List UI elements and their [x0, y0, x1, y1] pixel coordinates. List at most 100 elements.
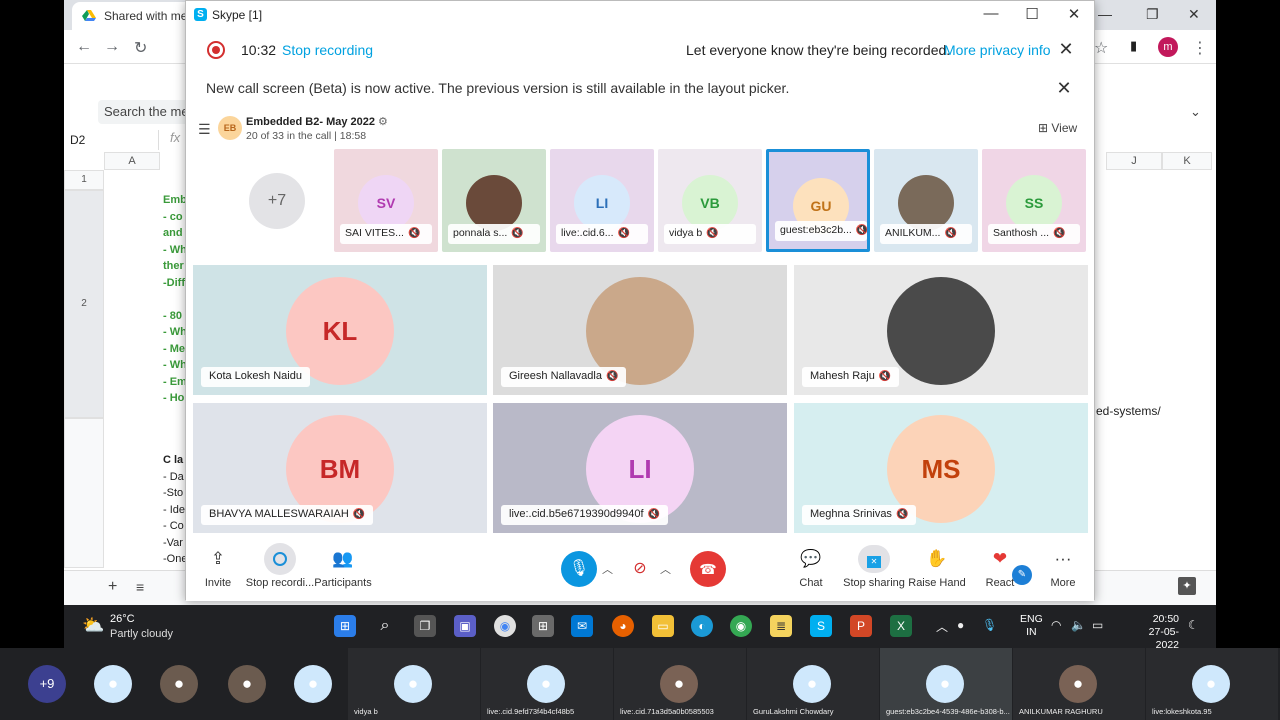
video-tile[interactable]: Mahesh Raju 🔇: [794, 265, 1088, 395]
clock[interactable]: 20:50 27-05-2022: [1129, 613, 1179, 652]
chrome-icon[interactable]: ◉: [494, 615, 516, 637]
participant-tile[interactable]: ● guest:eb3c2be4-4539-486e-b308-b...: [880, 648, 1012, 720]
video-tile[interactable]: BM BHAVYA MALLESWARAIAH 🔇: [193, 403, 487, 533]
hang-up-button[interactable]: ☎: [690, 551, 726, 587]
stop-recording-link[interactable]: Stop recording: [282, 42, 373, 58]
teams-chat-icon[interactable]: ▣: [454, 615, 476, 637]
participants-button[interactable]: 👥 Participants: [303, 545, 383, 589]
participant-avatar-icon[interactable]: ●: [94, 665, 132, 703]
chevron-up-icon[interactable]: ︿: [602, 561, 613, 577]
cell-text-line: -Diff: [163, 276, 185, 289]
chrome-profile-icon[interactable]: ◉: [730, 615, 752, 637]
edge-icon[interactable]: ◐: [691, 615, 713, 637]
file-explorer-icon[interactable]: ▭: [652, 615, 674, 637]
participant-tile[interactable]: ● live:lokeshkota.95: [1146, 648, 1278, 720]
participant-thumbnail[interactable]: GUguest:eb3c2b...🔇: [766, 149, 870, 252]
column-header[interactable]: A: [104, 152, 160, 170]
recording-message: Let everyone know they're being recorded…: [686, 42, 951, 58]
participant-thumbnail[interactable]: SV SAI VITES... 🔇: [334, 149, 438, 252]
minimize-icon[interactable]: —: [981, 5, 1001, 22]
participant-tile[interactable]: ● ANILKUMAR RAGHURU: [1013, 648, 1145, 720]
notepad-icon[interactable]: ≣: [770, 615, 792, 637]
powerpoint-icon[interactable]: P: [850, 615, 872, 637]
participant-avatar-icon[interactable]: ●: [160, 665, 198, 703]
all-sheets-icon[interactable]: ≡: [136, 579, 144, 595]
participant-thumbnail[interactable]: ANILKUM... 🔇: [874, 149, 978, 252]
group-avatar[interactable]: EB: [218, 116, 242, 140]
profile-avatar[interactable]: m: [1158, 37, 1178, 57]
privacy-info-link[interactable]: More privacy info: [944, 42, 1051, 58]
more-participants-button[interactable]: +9: [28, 665, 66, 703]
side-panel-icon[interactable]: ▮: [1130, 38, 1137, 54]
excel-icon[interactable]: X: [890, 615, 912, 637]
chevron-down-icon[interactable]: ⌄: [1190, 104, 1201, 120]
more-participants-button[interactable]: +7: [249, 173, 305, 229]
kebab-menu-icon[interactable]: ⋮: [1192, 38, 1208, 58]
cell-name-box[interactable]: D2: [64, 130, 159, 150]
close-icon[interactable]: ✕: [1056, 39, 1076, 60]
explore-icon[interactable]: ✦: [1178, 577, 1196, 595]
chevron-up-icon[interactable]: ︿: [936, 618, 948, 635]
notifications-icon[interactable]: ☾: [1188, 618, 1199, 632]
firefox-icon[interactable]: ◕: [612, 615, 634, 637]
participant-tile[interactable]: ● vidya b: [348, 648, 480, 720]
volume-icon[interactable]: 🔈: [1071, 618, 1086, 632]
chevron-up-icon[interactable]: ︿: [660, 561, 671, 577]
video-tile[interactable]: LI live:.cid.b5e6719390d9940f 🔇: [493, 403, 787, 533]
maximize-icon[interactable]: ☐: [1022, 5, 1042, 23]
mic-off-icon: 🔇: [617, 228, 630, 239]
participant-thumbnail[interactable]: SS Santhosh ... 🔇: [982, 149, 1086, 252]
column-header[interactable]: J: [1106, 152, 1162, 170]
reload-icon[interactable]: ↻: [134, 38, 147, 58]
add-sheet-icon[interactable]: +: [108, 578, 117, 596]
forward-arrow-icon[interactable]: →: [104, 38, 120, 56]
gear-icon[interactable]: ⚙: [378, 116, 388, 128]
participant-name: Mahesh Raju: [810, 370, 875, 382]
star-icon[interactable]: ☆: [1094, 38, 1108, 58]
close-icon[interactable]: ✕: [1188, 6, 1200, 23]
row-header[interactable]: 2: [64, 190, 104, 418]
mic-off-icon: 🔇: [856, 225, 867, 236]
group-name[interactable]: Embedded B2- May 2022 ⚙: [246, 115, 388, 128]
wifi-icon[interactable]: ◠: [1051, 618, 1061, 632]
restore-icon[interactable]: ❐: [1146, 6, 1159, 23]
more-button[interactable]: ··· More: [1023, 545, 1103, 589]
temperature[interactable]: 26°C: [110, 613, 135, 625]
minimize-icon[interactable]: —: [1098, 6, 1112, 22]
hamburger-menu-icon[interactable]: ☰: [198, 121, 211, 138]
windows-start-icon[interactable]: ⊞: [334, 615, 356, 637]
video-tile[interactable]: MS Meghna Srinivas 🔇: [794, 403, 1088, 533]
weather-icon[interactable]: ⛅: [82, 615, 104, 636]
mail-icon[interactable]: ✉: [571, 615, 593, 637]
skype-titlebar: S Skype [1] — ☐ ✕: [186, 1, 1094, 29]
participant-avatar-icon[interactable]: ●: [294, 665, 332, 703]
meet-icon[interactable]: ●: [957, 618, 964, 632]
column-header[interactable]: K: [1162, 152, 1212, 170]
video-tile[interactable]: KL Kota Lokesh Naidu: [193, 265, 487, 395]
participant-tile[interactable]: ● GuruLakshmi Chowdary: [747, 648, 879, 720]
row-header[interactable]: 1: [64, 170, 104, 190]
participant-tile[interactable]: ● live:.cid.71a3d5a0b0585503: [614, 648, 746, 720]
microphone-icon[interactable]: 🎙: [982, 618, 997, 632]
close-icon[interactable]: ✕: [1054, 78, 1074, 99]
back-arrow-icon[interactable]: ←: [76, 38, 92, 56]
view-button[interactable]: ⊞ View: [1038, 121, 1077, 135]
participant-tile[interactable]: ● live:.cid.9efd73f4b4cf48b5: [481, 648, 613, 720]
microphone-button[interactable]: 🎙: [561, 551, 597, 587]
task-view-icon[interactable]: ❐: [414, 615, 436, 637]
participant-thumbnail[interactable]: ponnala s... 🔇: [442, 149, 546, 252]
store-icon[interactable]: ⊞: [532, 615, 554, 637]
participant-avatar-icon[interactable]: ●: [228, 665, 266, 703]
search-icon[interactable]: ⌕: [374, 615, 396, 637]
camera-off-button[interactable]: ⊘: [622, 551, 658, 587]
battery-icon[interactable]: ▭: [1092, 618, 1103, 632]
video-tile[interactable]: Gireesh Nallavadla 🔇: [493, 265, 787, 395]
participant-thumbnail[interactable]: VB vidya b 🔇: [658, 149, 762, 252]
skype-icon[interactable]: S: [810, 615, 832, 637]
close-icon[interactable]: ✕: [1064, 5, 1084, 23]
participant-thumbnail[interactable]: LI live:.cid.6... 🔇: [550, 149, 654, 252]
mic-off-icon: 🔇: [944, 228, 957, 239]
weather-description[interactable]: Partly cloudy: [110, 628, 173, 640]
language-indicator[interactable]: ENG IN: [1020, 613, 1043, 639]
row-header[interactable]: [64, 418, 104, 568]
